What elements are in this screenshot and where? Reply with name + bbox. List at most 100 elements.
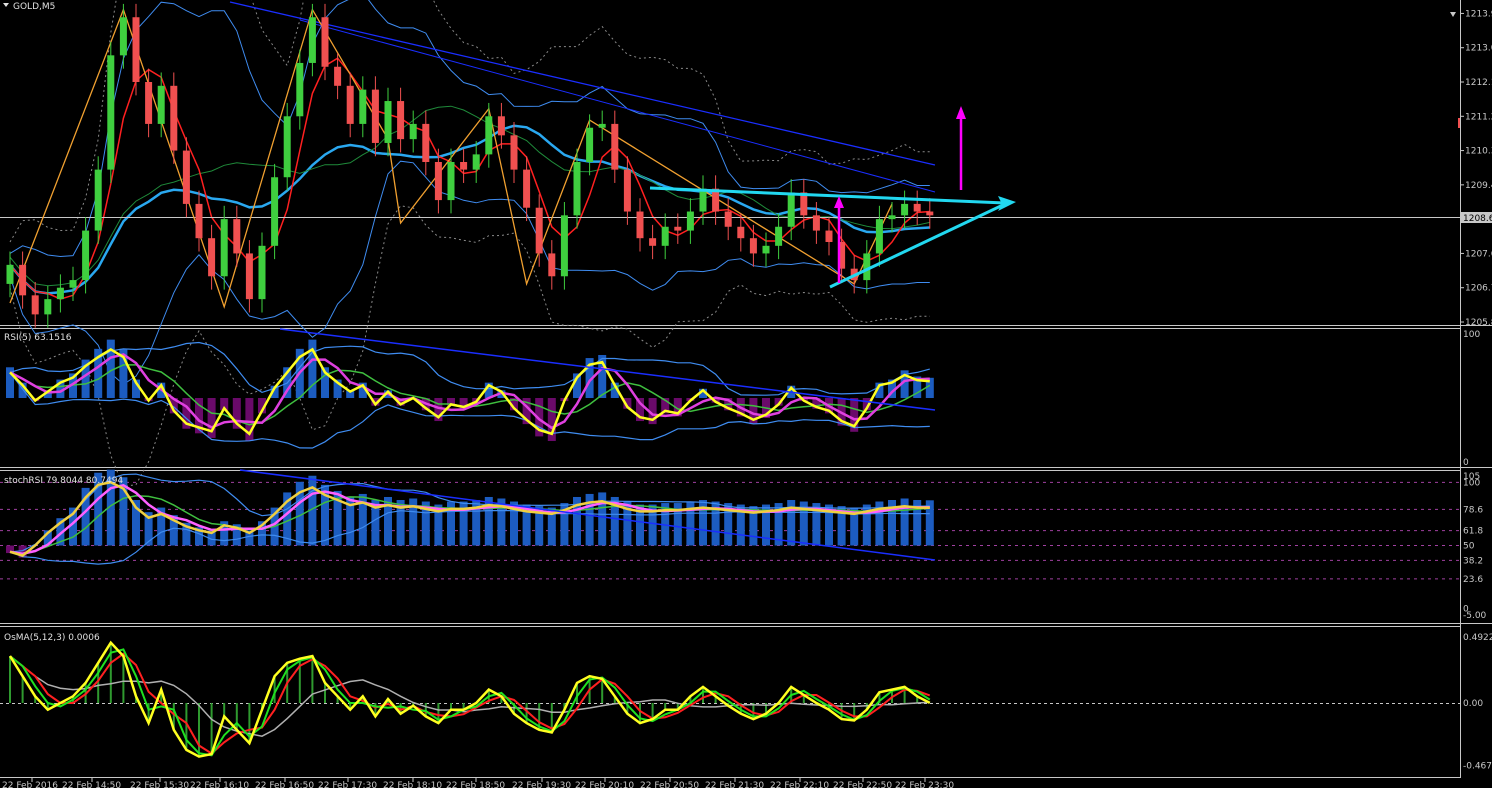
rsi-label: RSI(5) 63.1516 bbox=[4, 333, 72, 343]
candle-body bbox=[371, 89, 379, 143]
candle-body bbox=[334, 66, 342, 86]
candle-body bbox=[560, 215, 568, 277]
candle-body bbox=[825, 230, 833, 242]
candle-body bbox=[573, 162, 581, 216]
candle-body bbox=[598, 123, 606, 128]
candle-body bbox=[6, 264, 14, 284]
candle-body bbox=[913, 203, 921, 212]
candle-body bbox=[258, 245, 266, 300]
chart-background bbox=[0, 0, 1492, 788]
time-tick-label: 22 Feb 20:50 bbox=[640, 781, 699, 788]
osma-histogram-bar bbox=[235, 703, 238, 730]
price-tick-label: 1209.4 bbox=[1465, 181, 1492, 191]
price-tick-label: 1213.0 bbox=[1465, 44, 1492, 54]
osma-histogram-bar bbox=[9, 656, 11, 703]
symbol-label: GOLD,M5 bbox=[13, 2, 55, 12]
osma-tick-label: 0.00 bbox=[1463, 699, 1483, 709]
candle-body bbox=[661, 226, 669, 246]
candle-body bbox=[523, 169, 531, 208]
osma-histogram-bar bbox=[223, 703, 226, 717]
osma-histogram-bar bbox=[21, 676, 24, 703]
candle-body bbox=[409, 123, 417, 140]
price-tick-label: 1206.7 bbox=[1465, 284, 1492, 294]
candle-body bbox=[170, 85, 178, 151]
osma-tick-label: 0.4922 bbox=[1463, 633, 1492, 643]
time-tick-label: 22 Feb 15:30 bbox=[130, 781, 189, 788]
candle-body bbox=[384, 101, 392, 143]
candle-body bbox=[434, 162, 442, 201]
osma-histogram-bar bbox=[122, 656, 125, 703]
candle-body bbox=[422, 123, 430, 162]
time-tick-label: 22 Feb 21:30 bbox=[705, 781, 764, 788]
price-tick-label: 1212.1 bbox=[1465, 78, 1492, 88]
candle-body bbox=[762, 245, 770, 254]
candle-body bbox=[812, 215, 820, 231]
candle-body bbox=[132, 17, 140, 82]
candle-body bbox=[623, 169, 631, 212]
price-tick-label: 1213.9 bbox=[1465, 9, 1492, 19]
candle-body bbox=[220, 219, 228, 277]
oscillator-tick-label: 0 bbox=[1463, 458, 1469, 468]
candle-body bbox=[271, 177, 279, 246]
osma-histogram-bar bbox=[853, 703, 856, 721]
candle-body bbox=[611, 123, 619, 170]
candle-body bbox=[233, 219, 241, 254]
time-tick-label: 22 Feb 22:50 bbox=[833, 781, 892, 788]
candle-body bbox=[119, 17, 127, 56]
candle-body bbox=[586, 127, 594, 162]
osma-tick-label: -0.467 bbox=[1463, 762, 1492, 772]
candle-body bbox=[308, 17, 316, 63]
candle-body bbox=[94, 169, 102, 231]
time-tick-label: 22 Feb 16:10 bbox=[190, 781, 249, 788]
candle-body bbox=[686, 211, 694, 231]
price-tick-label: 1210.3 bbox=[1465, 147, 1492, 157]
candle-body bbox=[875, 219, 883, 254]
candle-body bbox=[19, 264, 27, 296]
osma-histogram-bar bbox=[651, 703, 654, 720]
candle-body bbox=[82, 230, 90, 281]
oscillator-tick-label: 100 bbox=[1463, 478, 1480, 488]
time-tick-label: 22 Feb 17:30 bbox=[318, 781, 377, 788]
candle-body bbox=[724, 211, 732, 227]
candle-body bbox=[699, 188, 707, 212]
osma-histogram-bar bbox=[311, 656, 314, 703]
trading-chart[interactable]: GOLD,M5 1213.9 1213.0 1212.1 1211.2 1210.3 12… bbox=[0, 0, 1492, 788]
price-tick-label: 1205.8 bbox=[1465, 318, 1492, 328]
candle-body bbox=[926, 211, 934, 216]
candle-body bbox=[69, 280, 77, 288]
candle-body bbox=[497, 116, 505, 136]
candle-body bbox=[283, 116, 291, 178]
candle-body bbox=[195, 203, 203, 239]
candle-body bbox=[649, 238, 657, 246]
time-tick-label: 22 Feb 20:10 bbox=[575, 781, 634, 788]
oscillator-tick-label: 38.2 bbox=[1463, 556, 1483, 566]
candle-body bbox=[157, 85, 165, 124]
candle-body bbox=[107, 55, 115, 170]
candle-body bbox=[510, 135, 518, 170]
stochrsi-label: stochRSI 79.8044 80.7494 bbox=[4, 476, 123, 486]
current-price-value: 1208.6 bbox=[1463, 214, 1492, 224]
time-tick-label: 22 Feb 23:30 bbox=[895, 781, 954, 788]
candle-body bbox=[56, 287, 64, 300]
candle-body bbox=[321, 17, 329, 67]
osma-histogram-bar bbox=[525, 703, 528, 724]
candle-body bbox=[775, 226, 783, 246]
candle-body bbox=[460, 162, 468, 170]
candle-body bbox=[472, 154, 480, 170]
osma-histogram-bar bbox=[639, 703, 641, 724]
candle-body bbox=[888, 215, 896, 220]
time-tick-label: 22 Feb 19:30 bbox=[512, 781, 571, 788]
osma-histogram-bar bbox=[185, 703, 188, 750]
osma-histogram-bar bbox=[702, 686, 704, 703]
oscillator-tick-label: 50 bbox=[1463, 542, 1475, 552]
osma-histogram-bar bbox=[601, 678, 604, 703]
oscillator-tick-label: 100 bbox=[1463, 330, 1480, 340]
time-tick-label: 22 Feb 14:50 bbox=[62, 781, 121, 788]
candle-body bbox=[296, 62, 304, 117]
candle-body bbox=[397, 101, 405, 140]
candle-body bbox=[346, 85, 354, 124]
candle-body bbox=[485, 116, 493, 155]
time-tick-label: 22 Feb 18:10 bbox=[383, 781, 442, 788]
time-tick-label: 22 Feb 2016 bbox=[2, 781, 58, 788]
candle-body bbox=[535, 207, 543, 254]
